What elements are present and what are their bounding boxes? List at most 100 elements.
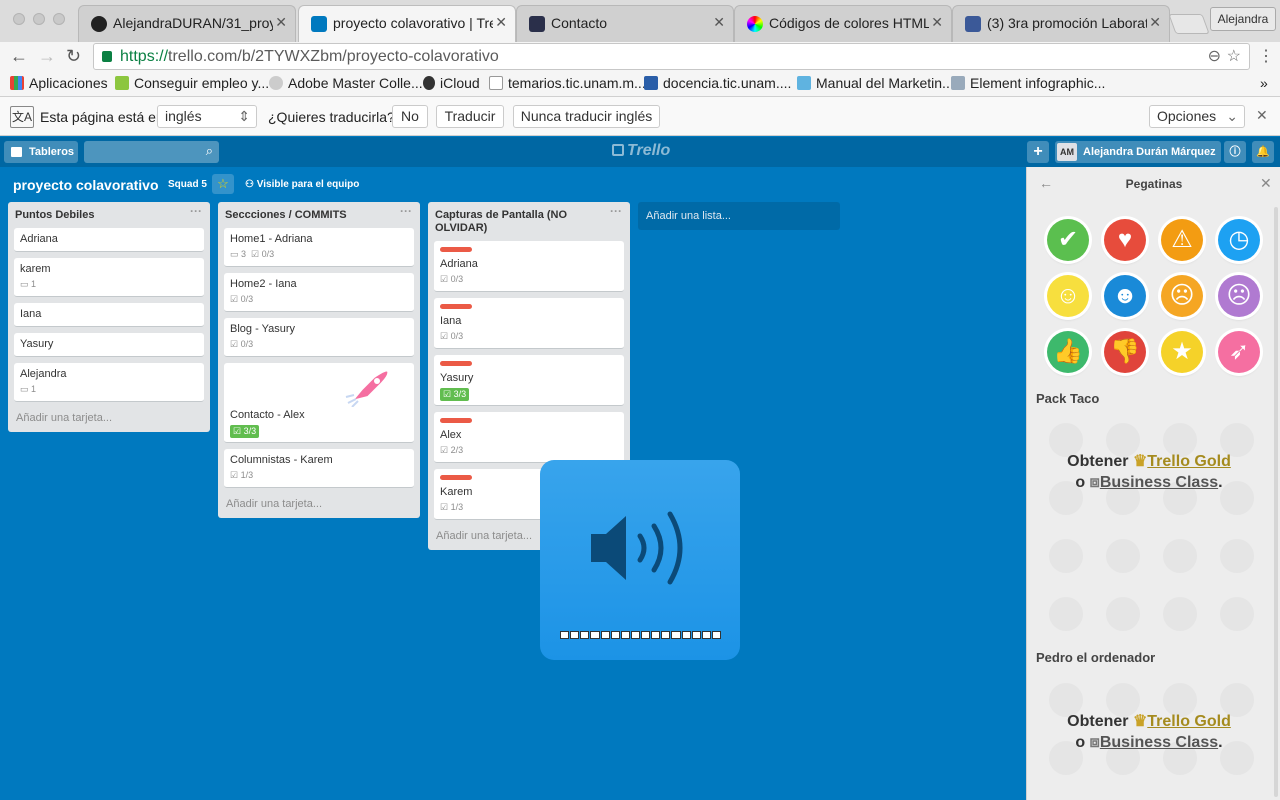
- warning-sticker-icon[interactable]: ⚠: [1161, 219, 1203, 261]
- checklist-complete-badge: ☑ 3/3: [440, 388, 470, 401]
- bookmark-icloud[interactable]: iCloud: [423, 75, 480, 91]
- bookmark-temarios[interactable]: temarios.tic.unam.m...: [489, 75, 646, 91]
- profile-button[interactable]: Alejandra: [1210, 7, 1276, 31]
- team-link[interactable]: Squad 5: [168, 179, 207, 190]
- list-header[interactable]: Capturas de Pantalla (NO OLVIDAR) ···: [434, 202, 624, 241]
- bookmark-adobe[interactable]: Adobe Master Colle...: [269, 75, 423, 91]
- user-menu-button[interactable]: AM Alejandra Durán Márquez: [1055, 141, 1221, 163]
- business-class-link[interactable]: Business Class: [1100, 474, 1218, 491]
- menu-icon[interactable]: ⋮: [1258, 46, 1274, 66]
- window-minimize-button[interactable]: [33, 13, 45, 25]
- card[interactable]: karem ▭ 1: [14, 258, 204, 297]
- bookmark-apps[interactable]: Aplicaciones: [10, 75, 108, 91]
- card[interactable]: Adriana: [14, 228, 204, 252]
- comment-icon: ▭: [230, 249, 242, 259]
- card[interactable]: Alejandra ▭ 1: [14, 363, 204, 402]
- boards-button[interactable]: Tableros: [4, 141, 78, 163]
- thumbs-up-sticker-icon[interactable]: 👍: [1047, 331, 1089, 373]
- board-title[interactable]: proyecto colavorativo: [13, 177, 159, 193]
- forward-icon[interactable]: →: [38, 46, 56, 67]
- browser-tab-bar: AlejandraDURAN/31_proyecto ✕ proyecto co…: [0, 0, 1280, 42]
- trello-logo[interactable]: Trello: [612, 142, 670, 160]
- frown-purple-sticker-icon[interactable]: ☹: [1218, 275, 1260, 317]
- trello-gold-link[interactable]: Trello Gold: [1147, 713, 1231, 730]
- card[interactable]: Yasury: [14, 333, 204, 357]
- tab-colores[interactable]: Códigos de colores HTML ✕: [734, 5, 952, 42]
- card[interactable]: Iana ☑ 0/3: [434, 298, 624, 349]
- card[interactable]: Columnistas - Karem ☑ 1/3: [224, 449, 414, 488]
- bookmarks-more-icon[interactable]: »: [1260, 75, 1268, 91]
- card[interactable]: Home2 - Iana ☑ 0/3: [224, 273, 414, 312]
- close-icon[interactable]: ✕: [1149, 14, 1161, 31]
- more-icon[interactable]: ···: [610, 205, 622, 218]
- more-icon[interactable]: ···: [400, 205, 412, 218]
- card[interactable]: Adriana ☑ 0/3: [434, 241, 624, 292]
- frown-orange-sticker-icon[interactable]: ☹: [1161, 275, 1203, 317]
- visibility-button[interactable]: ⚇ Visible para el equipo: [245, 179, 359, 190]
- tab-contacto[interactable]: Contacto ✕: [516, 5, 734, 42]
- star-icon[interactable]: ☆: [212, 174, 234, 194]
- add-list-button[interactable]: Añadir una lista...: [638, 202, 840, 230]
- star-bookmark-icon[interactable]: ☆: [1227, 44, 1241, 69]
- apps-grid-icon: [10, 76, 24, 90]
- card[interactable]: Alex ☑ 2/3: [434, 412, 624, 463]
- heart-sticker-icon[interactable]: ♥: [1104, 219, 1146, 261]
- search-input[interactable]: ⌕: [84, 141, 219, 163]
- zoom-icon[interactable]: ⊖: [1208, 44, 1221, 69]
- reload-icon[interactable]: ↻: [66, 46, 81, 67]
- add-button[interactable]: +: [1027, 141, 1049, 163]
- add-card-button[interactable]: Añadir una tarjeta...: [14, 408, 204, 424]
- bookmark-marketing[interactable]: Manual del Marketin...: [797, 75, 954, 91]
- translate-button[interactable]: Traducir: [436, 105, 504, 128]
- card[interactable]: Blog - Yasury ☑ 0/3: [224, 318, 414, 357]
- close-icon[interactable]: ✕: [931, 14, 943, 31]
- list-header[interactable]: Seccciones / COMMITS ···: [224, 202, 414, 228]
- list-title: Capturas de Pantalla (NO OLVIDAR): [435, 209, 568, 234]
- list-title: Seccciones / COMMITS: [225, 209, 347, 221]
- volume-segment: [610, 631, 620, 639]
- briefcase-icon: ⧈: [1089, 474, 1100, 491]
- rocket-sticker-icon[interactable]: ➶: [1218, 331, 1260, 373]
- tab-trello[interactable]: proyecto colavorativo | Trello ✕: [298, 5, 516, 42]
- red-label: [440, 247, 472, 252]
- business-class-link[interactable]: Business Class: [1100, 734, 1218, 751]
- url-text: trello.com/b/2TYWXZbm/proyecto-colavorat…: [168, 48, 499, 65]
- bookmark-docencia[interactable]: docencia.tic.unam....: [644, 75, 791, 91]
- more-icon[interactable]: ···: [190, 205, 202, 218]
- close-icon[interactable]: ✕: [1260, 175, 1272, 192]
- bookmark-infographic[interactable]: Element infographic...: [951, 75, 1105, 91]
- bookmark-empleo[interactable]: Conseguir empleo y...: [115, 75, 269, 91]
- new-tab-button[interactable]: [1168, 14, 1210, 34]
- scrollbar[interactable]: [1274, 207, 1278, 797]
- options-select[interactable]: Opciones ⌄: [1149, 105, 1245, 128]
- list-header[interactable]: Puntos Debiles ···: [14, 202, 204, 228]
- tab-github[interactable]: AlejandraDURAN/31_proyecto ✕: [78, 5, 296, 42]
- visibility-label: Visible para el equipo: [256, 179, 360, 190]
- close-icon[interactable]: ✕: [275, 14, 287, 31]
- laugh-sticker-icon[interactable]: ☻: [1104, 275, 1146, 317]
- close-icon[interactable]: ✕: [1256, 107, 1268, 124]
- card[interactable]: Contacto - Alex ☑ 3/3: [224, 363, 414, 443]
- no-button[interactable]: No: [392, 105, 428, 128]
- close-icon[interactable]: ✕: [713, 14, 725, 31]
- info-icon[interactable]: ⓘ: [1224, 141, 1246, 163]
- card[interactable]: Yasury ☑ 3/3: [434, 355, 624, 406]
- notifications-bell-icon[interactable]: 🔔: [1252, 141, 1274, 163]
- check-sticker-icon[interactable]: ✔: [1047, 219, 1089, 261]
- thumbs-down-sticker-icon[interactable]: 👎: [1104, 331, 1146, 373]
- close-icon[interactable]: ✕: [495, 14, 507, 31]
- clock-sticker-icon[interactable]: ◷: [1218, 219, 1260, 261]
- language-select[interactable]: inglés ⇕: [157, 105, 257, 128]
- smile-sticker-icon[interactable]: ☺: [1047, 275, 1089, 317]
- add-card-button[interactable]: Añadir una tarjeta...: [224, 494, 414, 510]
- window-close-button[interactable]: [13, 13, 25, 25]
- url-input[interactable]: https://trello.com/b/2TYWXZbm/proyecto-c…: [93, 43, 1250, 70]
- card[interactable]: Iana: [14, 303, 204, 327]
- back-icon[interactable]: ←: [10, 46, 28, 67]
- window-maximize-button[interactable]: [53, 13, 65, 25]
- never-translate-button[interactable]: Nunca traducir inglés: [513, 105, 660, 128]
- tab-facebook[interactable]: (3) 3ra promoción Laboratori ✕: [952, 5, 1170, 42]
- card[interactable]: Home1 - Adriana ▭ 3 ☑ 0/3: [224, 228, 414, 267]
- star-sticker-icon[interactable]: ★: [1161, 331, 1203, 373]
- trello-gold-link[interactable]: Trello Gold: [1147, 453, 1231, 470]
